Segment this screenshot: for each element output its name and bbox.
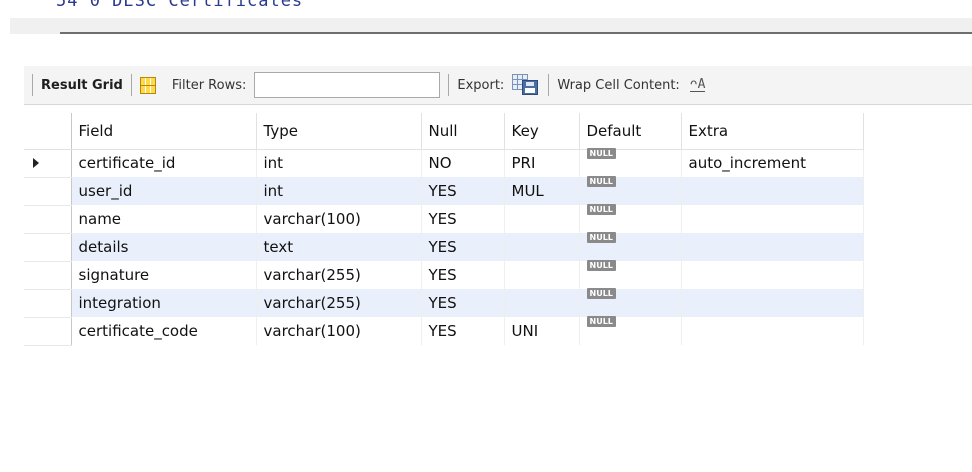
row-indicator[interactable]	[24, 233, 72, 262]
column-header-extra[interactable]: Extra	[681, 113, 864, 150]
export-icon[interactable]	[512, 74, 540, 96]
current-row-arrow-icon	[33, 158, 39, 168]
cell-null[interactable]: YES	[421, 233, 505, 261]
cell-extra[interactable]	[681, 289, 864, 317]
cell-default[interactable]: NULL	[579, 260, 682, 289]
filter-rows-input[interactable]	[254, 72, 441, 98]
table-row[interactable]: name varchar(100) YES NULL	[24, 204, 864, 234]
null-badge: NULL	[586, 316, 616, 327]
sql-editor-remnant: 54 0 DESC Certificates	[0, 0, 972, 52]
row-indicator[interactable]	[24, 205, 72, 234]
cell-null[interactable]: YES	[421, 177, 505, 205]
cell-default[interactable]: NULL	[579, 176, 682, 205]
cell-null[interactable]: YES	[421, 289, 505, 317]
table-row[interactable]: signature varchar(255) YES NULL	[24, 260, 864, 290]
cell-default[interactable]: NULL	[579, 316, 682, 345]
null-badge: NULL	[586, 204, 616, 215]
editor-scrollbar-thumb[interactable]	[60, 32, 972, 34]
cell-type[interactable]: int	[256, 149, 422, 177]
cell-default[interactable]: NULL	[579, 232, 682, 261]
null-badge: NULL	[586, 288, 616, 299]
cell-key[interactable]	[504, 233, 580, 261]
cell-default[interactable]: NULL	[579, 148, 682, 177]
cell-field[interactable]: name	[71, 205, 257, 233]
null-badge: NULL	[586, 260, 616, 271]
row-indicator[interactable]	[24, 177, 72, 206]
toolbar-separator	[130, 74, 132, 96]
toolbar-separator	[32, 74, 33, 96]
workbench-panel: 54 0 DESC Certificates Result Grid Filte…	[0, 0, 972, 472]
toolbar-separator	[448, 74, 450, 96]
cell-key[interactable]	[504, 205, 580, 233]
null-badge: NULL	[586, 232, 616, 243]
cell-field[interactable]: integration	[71, 289, 257, 317]
cell-field[interactable]: certificate_id	[71, 149, 257, 177]
cell-null[interactable]: YES	[421, 317, 505, 345]
table-row[interactable]: certificate_id int NO PRI NULL auto_incr…	[24, 148, 864, 178]
column-header-key[interactable]: Key	[504, 113, 580, 150]
column-header-default[interactable]: Default	[579, 113, 682, 150]
result-grid: Field Type Null Key Default Extra certif…	[24, 113, 864, 346]
table-row[interactable]: certificate_code varchar(100) YES UNI NU…	[24, 316, 864, 346]
cell-field[interactable]: signature	[71, 261, 257, 289]
null-badge: NULL	[586, 148, 616, 160]
result-toolbar: Result Grid Filter Rows: Export: Wrap Ce…	[24, 66, 972, 105]
cell-extra[interactable]: auto_increment	[681, 149, 864, 177]
row-indicator-header	[24, 113, 72, 150]
cell-type[interactable]: int	[256, 177, 422, 205]
table-row[interactable]: integration varchar(255) YES NULL	[24, 288, 864, 318]
null-badge: NULL	[586, 176, 616, 187]
cell-null[interactable]: YES	[421, 261, 505, 289]
column-header-field[interactable]: Field	[71, 113, 257, 150]
cell-extra[interactable]	[681, 177, 864, 205]
cell-extra[interactable]	[681, 233, 864, 261]
cell-extra[interactable]	[681, 317, 864, 345]
export-disk-part	[522, 80, 539, 95]
cell-type[interactable]: varchar(255)	[256, 261, 422, 289]
export-label: Export:	[457, 77, 505, 93]
cell-field[interactable]: certificate_code	[71, 317, 257, 345]
cell-type[interactable]: varchar(100)	[256, 317, 422, 345]
header-row: Field Type Null Key Default Extra	[24, 113, 864, 150]
cell-type[interactable]: varchar(255)	[256, 289, 422, 317]
result-grid-tab[interactable]: Result Grid	[41, 78, 123, 93]
row-indicator[interactable]	[24, 289, 72, 318]
cell-extra[interactable]	[681, 261, 864, 289]
cell-key[interactable]: MUL	[504, 177, 580, 205]
cell-default[interactable]: NULL	[579, 204, 682, 233]
cell-type[interactable]: text	[256, 233, 422, 261]
grid-layout-icon[interactable]	[139, 76, 156, 94]
cell-type[interactable]: varchar(100)	[256, 205, 422, 233]
cell-field[interactable]: user_id	[71, 177, 257, 205]
filter-rows-label: Filter Rows:	[171, 77, 247, 93]
cell-extra[interactable]	[681, 205, 864, 233]
wrap-text-icon[interactable]: ᴖA	[689, 78, 706, 92]
cell-key[interactable]: UNI	[504, 317, 580, 345]
cell-null[interactable]: YES	[421, 205, 505, 233]
wrap-cell-content-label: Wrap Cell Content:	[557, 77, 680, 93]
row-indicator[interactable]	[24, 149, 72, 178]
column-header-null[interactable]: Null	[421, 113, 505, 150]
toolbar-separator	[548, 74, 550, 96]
cell-field[interactable]: details	[71, 233, 257, 261]
cell-key[interactable]	[504, 261, 580, 289]
cell-default[interactable]: NULL	[579, 288, 682, 317]
table-row[interactable]: user_id int YES MUL NULL	[24, 176, 864, 206]
row-indicator[interactable]	[24, 317, 72, 346]
row-indicator[interactable]	[24, 261, 72, 290]
table-row[interactable]: details text YES NULL	[24, 232, 864, 262]
editor-partial-text: 54 0 DESC Certificates	[56, 0, 304, 11]
cell-key[interactable]	[504, 289, 580, 317]
cell-key[interactable]: PRI	[504, 149, 580, 177]
cell-null[interactable]: NO	[421, 149, 505, 177]
column-header-type[interactable]: Type	[256, 113, 422, 150]
